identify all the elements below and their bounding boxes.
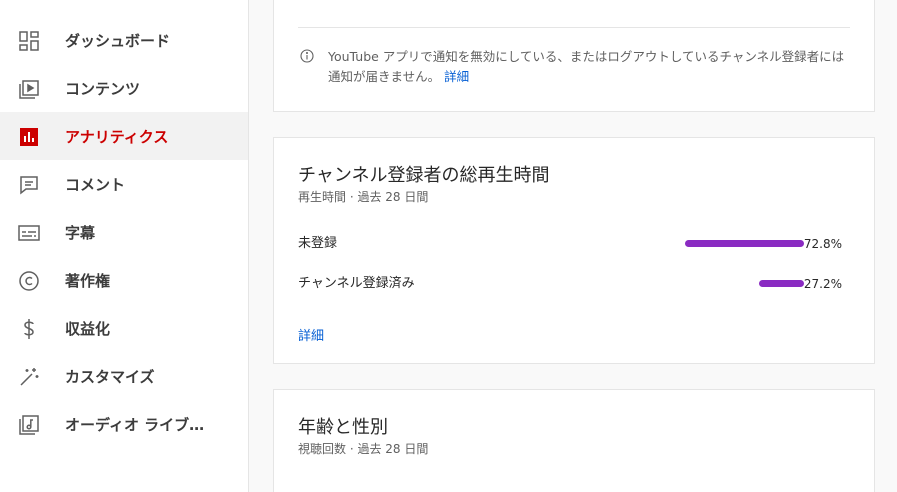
sidebar-item-label: 収益化 xyxy=(65,319,111,338)
card-subtitle: 再生時間 · 過去 28 日間 xyxy=(298,190,429,204)
details-link[interactable]: 詳細 xyxy=(298,325,324,344)
dashboard-icon xyxy=(18,30,40,52)
copyright-icon xyxy=(18,270,40,292)
row-value: 72.8% xyxy=(803,237,842,251)
card-title: 年齢と性別 xyxy=(298,417,388,438)
age-gender-card: 年齢と性別 視聴回数 · 過去 28 日間 xyxy=(273,389,875,492)
notice-text: YouTube アプリで通知を無効にしている、またはログアウトしているチャンネル… xyxy=(328,49,845,84)
comment-icon xyxy=(18,174,40,196)
info-icon xyxy=(300,49,314,63)
sidebar-item-subtitles[interactable]: 字幕 xyxy=(0,208,248,256)
sidebar-item-customization[interactable]: カスタマイズ xyxy=(0,352,248,400)
sidebar-item-comments[interactable]: コメント xyxy=(0,160,248,208)
content-icon xyxy=(18,78,40,100)
sidebar-item-label: アナリティクス xyxy=(65,127,169,146)
bar-track xyxy=(684,240,804,247)
sidebar-item-copyright[interactable]: 著作権 xyxy=(0,256,248,304)
divider xyxy=(298,27,850,28)
sidebar-item-audio-library[interactable]: オーディオ ライブ… xyxy=(0,400,248,448)
details-link[interactable]: 詳細 xyxy=(444,69,469,84)
progress-bar xyxy=(685,240,804,247)
notice-text-block: YouTube アプリで通知を無効にしている、またはログアウトしているチャンネル… xyxy=(328,47,852,87)
card-title: チャンネル登録者の総再生時間 xyxy=(298,165,550,186)
row-label: 未登録 xyxy=(298,236,338,251)
list-item: 未登録 72.8% xyxy=(298,234,842,254)
sidebar-item-label: オーディオ ライブ… xyxy=(65,415,205,434)
analytics-icon xyxy=(18,126,40,148)
subtitles-icon xyxy=(18,222,40,244)
sidebar-item-label: カスタマイズ xyxy=(65,367,155,386)
row-label: チャンネル登録済み xyxy=(298,276,415,291)
row-value: 27.2% xyxy=(803,277,842,291)
sidebar-item-label: ダッシュボード xyxy=(65,31,171,50)
sidebar-item-monetization[interactable]: 収益化 xyxy=(0,304,248,352)
sidebar-item-label: コメント xyxy=(65,175,126,194)
sidebar-item-analytics[interactable]: アナリティクス xyxy=(0,112,248,160)
sidebar-item-label: コンテンツ xyxy=(65,79,141,98)
bar-track xyxy=(684,280,804,287)
progress-bar xyxy=(759,280,804,287)
customization-icon xyxy=(18,366,40,388)
notification-notice-card: YouTube アプリで通知を無効にしている、またはログアウトしているチャンネル… xyxy=(273,0,875,112)
list-item: チャンネル登録済み 27.2% xyxy=(298,274,842,294)
audio-library-icon xyxy=(18,414,40,436)
sidebar-item-dashboard[interactable]: ダッシュボード xyxy=(0,16,248,64)
sidebar-item-label: 字幕 xyxy=(65,223,96,242)
subscriber-watch-time-card: チャンネル登録者の総再生時間 再生時間 · 過去 28 日間 未登録 72.8%… xyxy=(273,137,875,364)
card-subtitle: 視聴回数 · 過去 28 日間 xyxy=(298,442,429,456)
sidebar-item-label: 著作権 xyxy=(65,271,111,290)
sidebar-item-content[interactable]: コンテンツ xyxy=(0,64,248,112)
sidebar: ダッシュボード コンテンツ アナリティクス コメント 字幕 著作権 収益化 カス… xyxy=(0,0,249,492)
monetization-icon xyxy=(18,318,40,340)
main-content: YouTube アプリで通知を無効にしている、またはログアウトしているチャンネル… xyxy=(249,0,897,492)
